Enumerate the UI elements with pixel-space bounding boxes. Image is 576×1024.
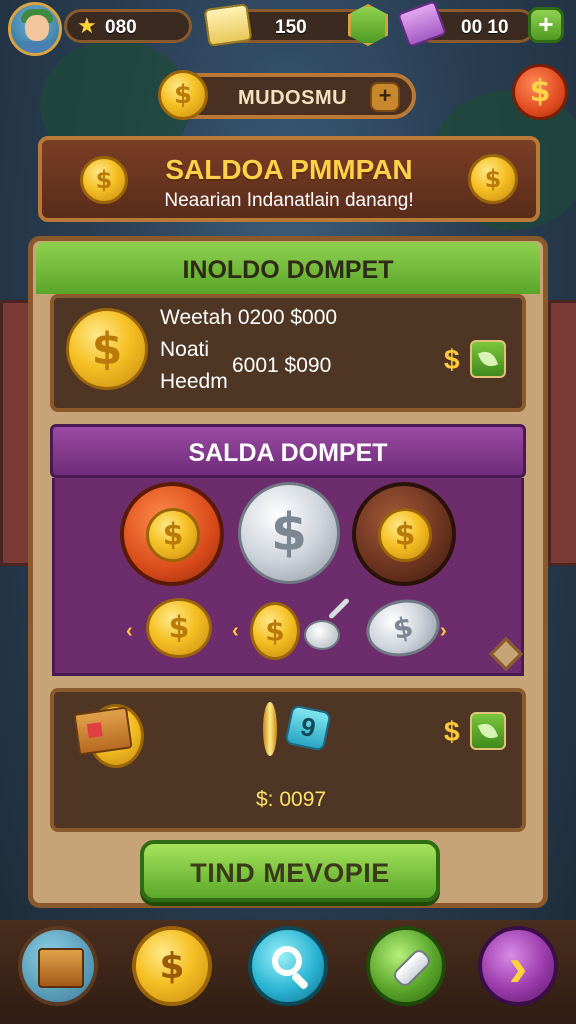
arrow-right-icon: ›: [440, 620, 447, 642]
shop-coin-button[interactable]: $: [512, 64, 568, 120]
nav-search-button[interactable]: [248, 926, 328, 1006]
background-house: [548, 300, 576, 566]
reward-dollar-icon: $: [444, 716, 460, 747]
wallet-amount: 6001 $090: [232, 354, 332, 377]
arrow-left-icon: ‹: [232, 620, 239, 642]
wallet-line-3: Heedm: [160, 370, 228, 393]
wallet-info-title: INOLDO DOMPET: [182, 256, 394, 284]
nav-tools-button[interactable]: [366, 926, 446, 1006]
star-icon: ★: [77, 14, 97, 39]
add-currency-button[interactable]: +: [528, 7, 564, 43]
chest-icon: [38, 948, 84, 988]
tickets-value: 00 10: [461, 17, 509, 38]
nav-coins-button[interactable]: $: [132, 926, 212, 1006]
nav-inventory-button[interactable]: [18, 926, 98, 1006]
banner-coin-left-icon: $: [80, 156, 128, 204]
leaf-icon: [477, 347, 499, 371]
small-coin-1-icon: $: [146, 598, 212, 658]
wallet-leaf-button[interactable]: [470, 340, 506, 378]
stars-counter: ★ 080: [64, 9, 192, 43]
spoon-icon: [304, 620, 340, 650]
top-resource-bar: ★ 080 150 00 10 +: [0, 0, 576, 56]
magnifier-handle-icon: [290, 971, 310, 991]
gem-nine-icon: 9: [284, 704, 332, 752]
reward-leaf-button[interactable]: [470, 712, 506, 750]
gem-value: 9: [298, 710, 319, 744]
confirm-button[interactable]: TIND MEVOPIE: [140, 840, 440, 902]
confirm-button-label: TIND MEVOPIE: [190, 858, 390, 888]
title-add-button[interactable]: +: [370, 82, 400, 112]
treasure-chest-icon: [73, 706, 133, 756]
cash-value: 150: [275, 17, 307, 38]
leaf-icon: [477, 719, 499, 743]
nav-next-button[interactable]: ›: [478, 926, 558, 1006]
title-pill-label: MUDOSMU: [238, 87, 348, 109]
small-coin-2-icon: $: [250, 602, 300, 660]
player-avatar[interactable]: [8, 2, 62, 56]
wallet-line-2: Noati: [160, 338, 210, 361]
magnifier-icon: [272, 946, 302, 976]
wallet-dollar-icon: $: [444, 344, 460, 375]
chest-gem-icon: [86, 722, 103, 739]
reward-balance: $: 0097: [256, 788, 327, 811]
title-coin-icon: $: [158, 70, 208, 120]
wallet-line-1: Weetah 0200 $000: [160, 306, 338, 329]
coin-bag-icon: $: [159, 946, 185, 987]
cash-stack-icon: [203, 3, 253, 47]
banner-coin-right-icon: $: [468, 154, 518, 204]
arrow-left-icon: ‹: [126, 620, 133, 642]
avatar-face: [25, 15, 49, 41]
coin-slot-red-coin-icon: $: [146, 508, 200, 562]
saldo-title: SALDA DOMPET: [188, 439, 388, 467]
stars-value: 080: [105, 17, 137, 38]
coin-edge-icon: [263, 702, 277, 756]
saldo-header: SALDA DOMPET: [50, 424, 526, 478]
chevron-right-icon: ›: [508, 935, 528, 998]
wallet-big-coin-icon: $: [66, 308, 148, 390]
coin-slot-brown-coin-icon: $: [378, 508, 432, 562]
wallet-info-header: INOLDO DOMPET: [36, 242, 540, 294]
rocket-icon: [390, 946, 434, 990]
coin-slot-silver[interactable]: $: [238, 482, 340, 584]
avatar-shirt: [19, 41, 55, 53]
